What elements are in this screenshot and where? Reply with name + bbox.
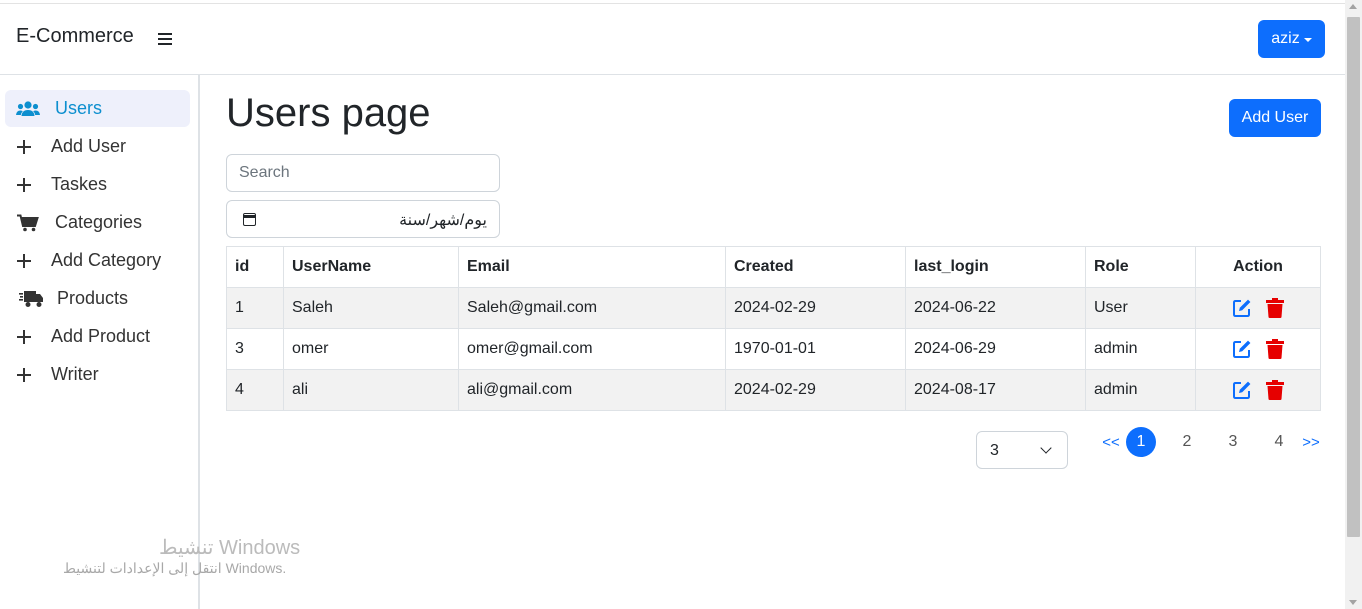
sidebar-item-label: Products — [57, 288, 129, 308]
cell-username: omer — [283, 328, 459, 370]
pagination-page-1[interactable]: 1 — [1126, 427, 1156, 457]
sidebar-item-add-user[interactable]: Add User — [5, 128, 190, 165]
vertical-scrollbar[interactable] — [1345, 0, 1362, 609]
edit-icon[interactable] — [1232, 339, 1252, 359]
cell-created: 1970-01-01 — [725, 328, 906, 370]
plus-icon — [5, 329, 51, 344]
cell-created: 2024-02-29 — [725, 287, 906, 329]
user-menu-label: aziz — [1271, 30, 1300, 47]
sidebar-item-users[interactable]: Users — [5, 90, 190, 127]
caret-down-icon — [1303, 38, 1312, 42]
truck-icon — [5, 290, 51, 308]
cell-role: admin — [1085, 369, 1196, 411]
column-header-id[interactable]: id — [226, 246, 284, 288]
sidebar-item-add-product[interactable]: Add Product — [5, 318, 190, 355]
cell-last-login: 2024-08-17 — [905, 369, 1086, 411]
cell-role: User — [1085, 287, 1196, 329]
search-input[interactable] — [226, 154, 500, 192]
column-header-action: Action — [1195, 246, 1321, 288]
calendar-icon[interactable] — [243, 213, 256, 226]
cell-id: 1 — [226, 287, 284, 329]
users-table: id UserName Email Created last_login Rol… — [226, 246, 1321, 411]
table-row: 3 omer omer@gmail.com 1970-01-01 2024-06… — [226, 328, 1321, 370]
user-menu-button[interactable]: aziz — [1258, 20, 1325, 58]
page-size-value: 3 — [990, 442, 999, 459]
scroll-up-arrow-icon[interactable] — [1349, 4, 1357, 9]
brand-title[interactable]: E-Commerce — [16, 25, 134, 48]
top-navbar: E-Commerce aziz — [0, 5, 1345, 75]
window-top-strip — [0, 0, 1345, 4]
cell-role: admin — [1085, 328, 1196, 370]
trash-icon[interactable] — [1266, 339, 1284, 359]
sidebar-item-add-category[interactable]: Add Category — [5, 242, 190, 279]
cell-email: Saleh@gmail.com — [458, 287, 726, 329]
cell-last-login: 2024-06-22 — [905, 287, 1086, 329]
table-row: 1 Saleh Saleh@gmail.com 2024-02-29 2024-… — [226, 287, 1321, 329]
date-filter-input[interactable]: يوم/شهر/سنة — [226, 200, 500, 238]
table-header-row: id UserName Email Created last_login Rol… — [226, 246, 1321, 288]
sidebar-item-label: Taskes — [51, 174, 108, 194]
users-icon — [5, 100, 51, 118]
cell-action — [1195, 287, 1321, 329]
pagination-prev[interactable]: << — [1100, 427, 1122, 457]
cell-last-login: 2024-06-29 — [905, 328, 1086, 370]
pagination-page-2[interactable]: 2 — [1174, 427, 1200, 457]
cell-email: ali@gmail.com — [458, 369, 726, 411]
sidebar-item-writer[interactable]: Writer — [5, 356, 190, 393]
main-content: Users page Add User يوم/شهر/سنة id UserN… — [202, 75, 1345, 609]
page-size-select[interactable]: 3 — [976, 431, 1068, 469]
sidebar-item-label: Add Product — [51, 326, 151, 346]
hamburger-menu-icon[interactable] — [158, 33, 172, 45]
column-header-last-login[interactable]: last_login — [905, 246, 1086, 288]
sidebar: Users Add User Taskes Categories Add Cat… — [0, 75, 200, 609]
page-title: Users page — [226, 91, 431, 135]
sidebar-item-label: Add User — [51, 136, 127, 156]
pagination-page-3[interactable]: 3 — [1220, 427, 1246, 457]
pagination-next[interactable]: >> — [1300, 427, 1322, 457]
cell-action — [1195, 369, 1321, 411]
sidebar-item-products[interactable]: Products — [5, 280, 190, 317]
sidebar-item-label: Categories — [55, 212, 143, 232]
cell-id: 3 — [226, 328, 284, 370]
chevron-down-icon — [1040, 442, 1052, 454]
trash-icon[interactable] — [1266, 380, 1284, 400]
sidebar-item-label: Add Category — [51, 250, 162, 270]
table-row: 4 ali ali@gmail.com 2024-02-29 2024-08-1… — [226, 369, 1321, 411]
column-header-created[interactable]: Created — [725, 246, 906, 288]
add-user-button[interactable]: Add User — [1229, 99, 1321, 137]
scrollbar-thumb[interactable] — [1347, 17, 1360, 537]
cart-icon — [5, 214, 51, 232]
edit-icon[interactable] — [1232, 380, 1252, 400]
cell-username: ali — [283, 369, 459, 411]
plus-icon — [5, 139, 51, 154]
column-header-username[interactable]: UserName — [283, 246, 459, 288]
plus-icon — [5, 367, 51, 382]
column-header-email[interactable]: Email — [458, 246, 726, 288]
sidebar-item-categories[interactable]: Categories — [5, 204, 190, 241]
cell-username: Saleh — [283, 287, 459, 329]
plus-icon — [5, 253, 51, 268]
sidebar-item-label: Users — [55, 98, 103, 118]
sidebar-item-taskes[interactable]: Taskes — [5, 166, 190, 203]
cell-action — [1195, 328, 1321, 370]
trash-icon[interactable] — [1266, 298, 1284, 318]
cell-created: 2024-02-29 — [725, 369, 906, 411]
scroll-down-arrow-icon[interactable] — [1349, 600, 1357, 605]
plus-icon — [5, 177, 51, 192]
cell-email: omer@gmail.com — [458, 328, 726, 370]
date-filter-value: يوم/شهر/سنة — [399, 212, 487, 229]
cell-id: 4 — [226, 369, 284, 411]
sidebar-item-label: Writer — [51, 364, 99, 384]
column-header-role[interactable]: Role — [1085, 246, 1196, 288]
edit-icon[interactable] — [1232, 298, 1252, 318]
pagination-page-4[interactable]: 4 — [1266, 427, 1292, 457]
